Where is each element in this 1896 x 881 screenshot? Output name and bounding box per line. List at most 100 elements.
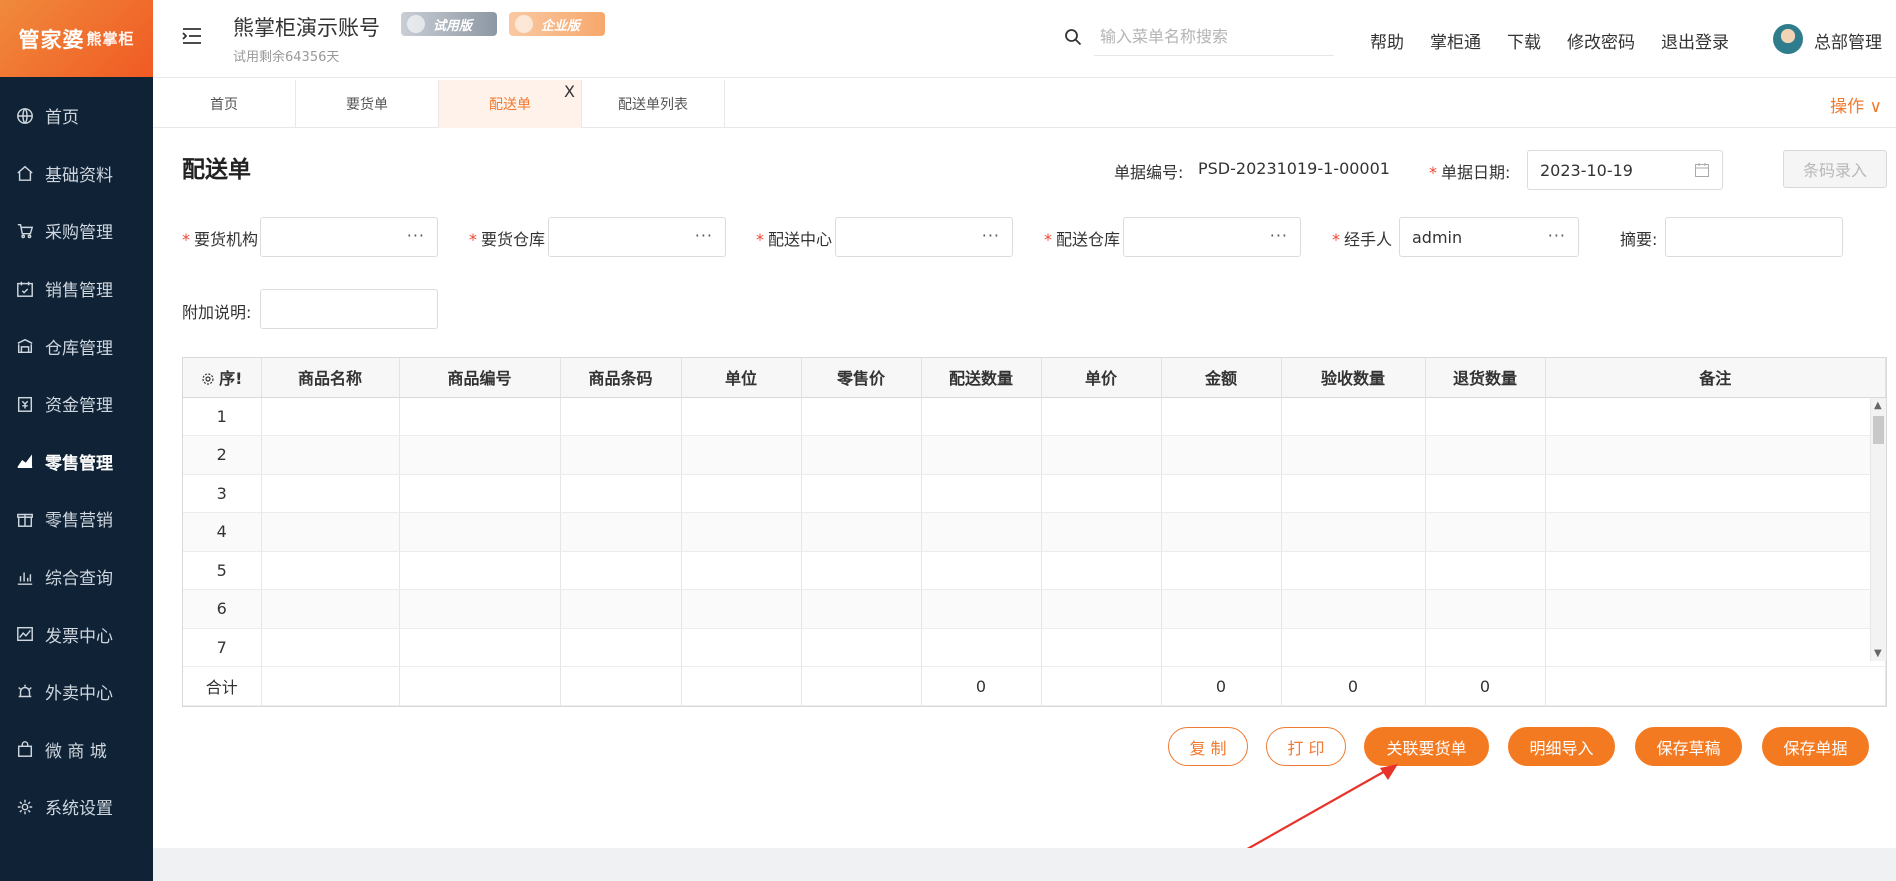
table-cell[interactable] [681, 397, 802, 436]
sidebar-item-warehouse[interactable]: 仓库管理 [0, 317, 153, 375]
sidebar-item-retail[interactable]: 零售管理 [0, 433, 153, 491]
tab-delivery-list[interactable]: 配送单列表 [582, 80, 725, 128]
col-accept-qty[interactable]: 验收数量 [1281, 358, 1426, 398]
user-name[interactable]: 总部管理 [1814, 28, 1882, 53]
col-return-qty[interactable]: 退货数量 [1425, 358, 1546, 398]
table-cell[interactable] [801, 512, 922, 552]
distribution-center-field[interactable]: ··· [835, 217, 1013, 257]
table-cell[interactable] [801, 474, 922, 513]
table-cell[interactable] [261, 397, 400, 436]
table-cell[interactable] [921, 551, 1042, 590]
table-cell[interactable] [1041, 397, 1162, 436]
table-cell[interactable] [1425, 435, 1546, 475]
table-cell[interactable] [560, 589, 682, 629]
menu-toggle-icon[interactable] [181, 26, 203, 46]
more-icon[interactable]: ··· [1548, 226, 1566, 245]
table-cell[interactable] [1425, 474, 1546, 513]
table-cell[interactable] [1041, 628, 1162, 667]
table-cell[interactable] [1041, 512, 1162, 552]
col-delivery-qty[interactable]: 配送数量 [921, 358, 1042, 398]
table-cell[interactable] [261, 589, 400, 629]
avatar[interactable] [1773, 24, 1803, 54]
sidebar-item-retail-marketing[interactable]: 零售营销 [0, 490, 153, 548]
table-cell[interactable] [1161, 628, 1282, 667]
table-cell[interactable] [681, 474, 802, 513]
close-icon[interactable]: X [564, 82, 575, 101]
col-unit-price[interactable]: 单价 [1041, 358, 1162, 398]
table-cell[interactable] [560, 551, 682, 590]
table-cell[interactable] [921, 589, 1042, 629]
more-icon[interactable]: ··· [982, 226, 1000, 245]
sidebar-item-home[interactable]: 首页 [0, 87, 153, 145]
table-cell[interactable] [399, 512, 561, 552]
distribution-warehouse-field[interactable]: ··· [1123, 217, 1301, 257]
table-cell[interactable] [801, 397, 922, 436]
menu-search-input[interactable] [1094, 20, 1334, 56]
table-cell[interactable] [261, 512, 400, 552]
table-cell[interactable] [1425, 397, 1546, 436]
scroll-thumb[interactable] [1873, 416, 1884, 444]
table-cell[interactable] [1161, 512, 1282, 552]
operations-menu[interactable]: 操作 ∨ [1830, 92, 1882, 117]
scroll-down-icon[interactable]: ▼ [1874, 648, 1882, 659]
table-cell[interactable] [399, 474, 561, 513]
table-cell[interactable] [560, 397, 682, 436]
table-cell[interactable] [921, 474, 1042, 513]
col-product-code[interactable]: 商品编号 [399, 358, 561, 398]
table-cell[interactable] [681, 551, 802, 590]
table-cell[interactable] [1545, 397, 1886, 436]
table-cell[interactable] [261, 435, 400, 475]
table-cell[interactable] [399, 628, 561, 667]
table-cell[interactable] [1281, 551, 1426, 590]
help-link[interactable]: 帮助 [1370, 28, 1404, 53]
table-cell[interactable] [1161, 435, 1282, 475]
table-scrollbar[interactable]: ▲ ▼ [1870, 398, 1886, 661]
column-settings-icon[interactable] [201, 372, 215, 386]
brand-logo[interactable]: 管家婆 熊掌柜 [0, 0, 153, 77]
sidebar-item-purchase[interactable]: 采购管理 [0, 202, 153, 260]
table-cell[interactable] [1545, 589, 1886, 629]
table-cell[interactable] [681, 435, 802, 475]
table-cell[interactable] [399, 551, 561, 590]
download-link[interactable]: 下载 [1507, 28, 1541, 53]
more-icon[interactable]: ··· [1270, 226, 1288, 245]
barcode-entry-button[interactable]: 条码录入 [1783, 150, 1887, 188]
table-cell[interactable] [1281, 628, 1426, 667]
table-cell[interactable] [1161, 397, 1282, 436]
sidebar-item-query[interactable]: 综合查询 [0, 548, 153, 606]
table-cell[interactable] [1281, 397, 1426, 436]
sidebar-item-settings[interactable]: 系统设置 [0, 778, 153, 836]
col-remarks[interactable]: 备注 [1545, 358, 1886, 398]
table-cell[interactable] [1425, 551, 1546, 590]
import-detail-button[interactable]: 明细导入 [1508, 727, 1615, 766]
table-cell[interactable] [801, 628, 922, 667]
table-cell[interactable] [921, 397, 1042, 436]
save-document-button[interactable]: 保存单据 [1762, 727, 1869, 766]
table-cell[interactable] [1161, 551, 1282, 590]
search-icon[interactable] [1064, 28, 1082, 46]
summary-field[interactable] [1665, 217, 1843, 257]
tab-delivery-order[interactable]: 配送单 X [439, 80, 582, 128]
handler-field[interactable]: admin ··· [1399, 217, 1579, 257]
table-cell[interactable] [681, 628, 802, 667]
request-org-field[interactable]: ··· [260, 217, 438, 257]
more-icon[interactable]: ··· [695, 226, 713, 245]
sidebar-item-micro-mall[interactable]: 微 商 城 [0, 721, 153, 779]
table-cell[interactable] [399, 589, 561, 629]
table-cell[interactable] [1041, 551, 1162, 590]
change-password-link[interactable]: 修改密码 [1567, 28, 1635, 53]
table-cell[interactable] [1545, 512, 1886, 552]
table-cell[interactable] [261, 628, 400, 667]
logout-link[interactable]: 退出登录 [1661, 28, 1729, 53]
scroll-up-icon[interactable]: ▲ [1874, 400, 1882, 411]
save-draft-button[interactable]: 保存草稿 [1635, 727, 1742, 766]
table-cell[interactable] [801, 435, 922, 475]
note-field[interactable] [260, 289, 438, 329]
table-cell[interactable] [1425, 512, 1546, 552]
table-cell[interactable] [1545, 474, 1886, 513]
table-cell[interactable] [1545, 435, 1886, 475]
table-cell[interactable] [921, 628, 1042, 667]
table-cell[interactable] [921, 435, 1042, 475]
table-cell[interactable] [1281, 589, 1426, 629]
table-cell[interactable] [399, 397, 561, 436]
